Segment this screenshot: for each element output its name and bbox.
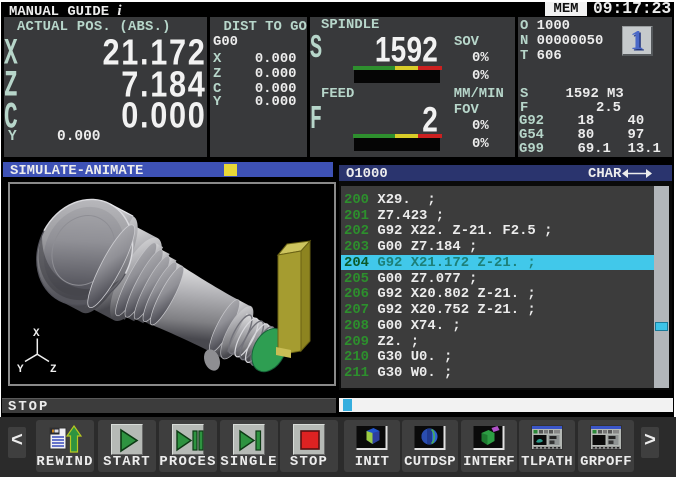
svg-text:Y: Y: [17, 364, 24, 376]
svg-text:X: X: [33, 328, 40, 340]
svg-text:Z: Z: [50, 364, 57, 376]
